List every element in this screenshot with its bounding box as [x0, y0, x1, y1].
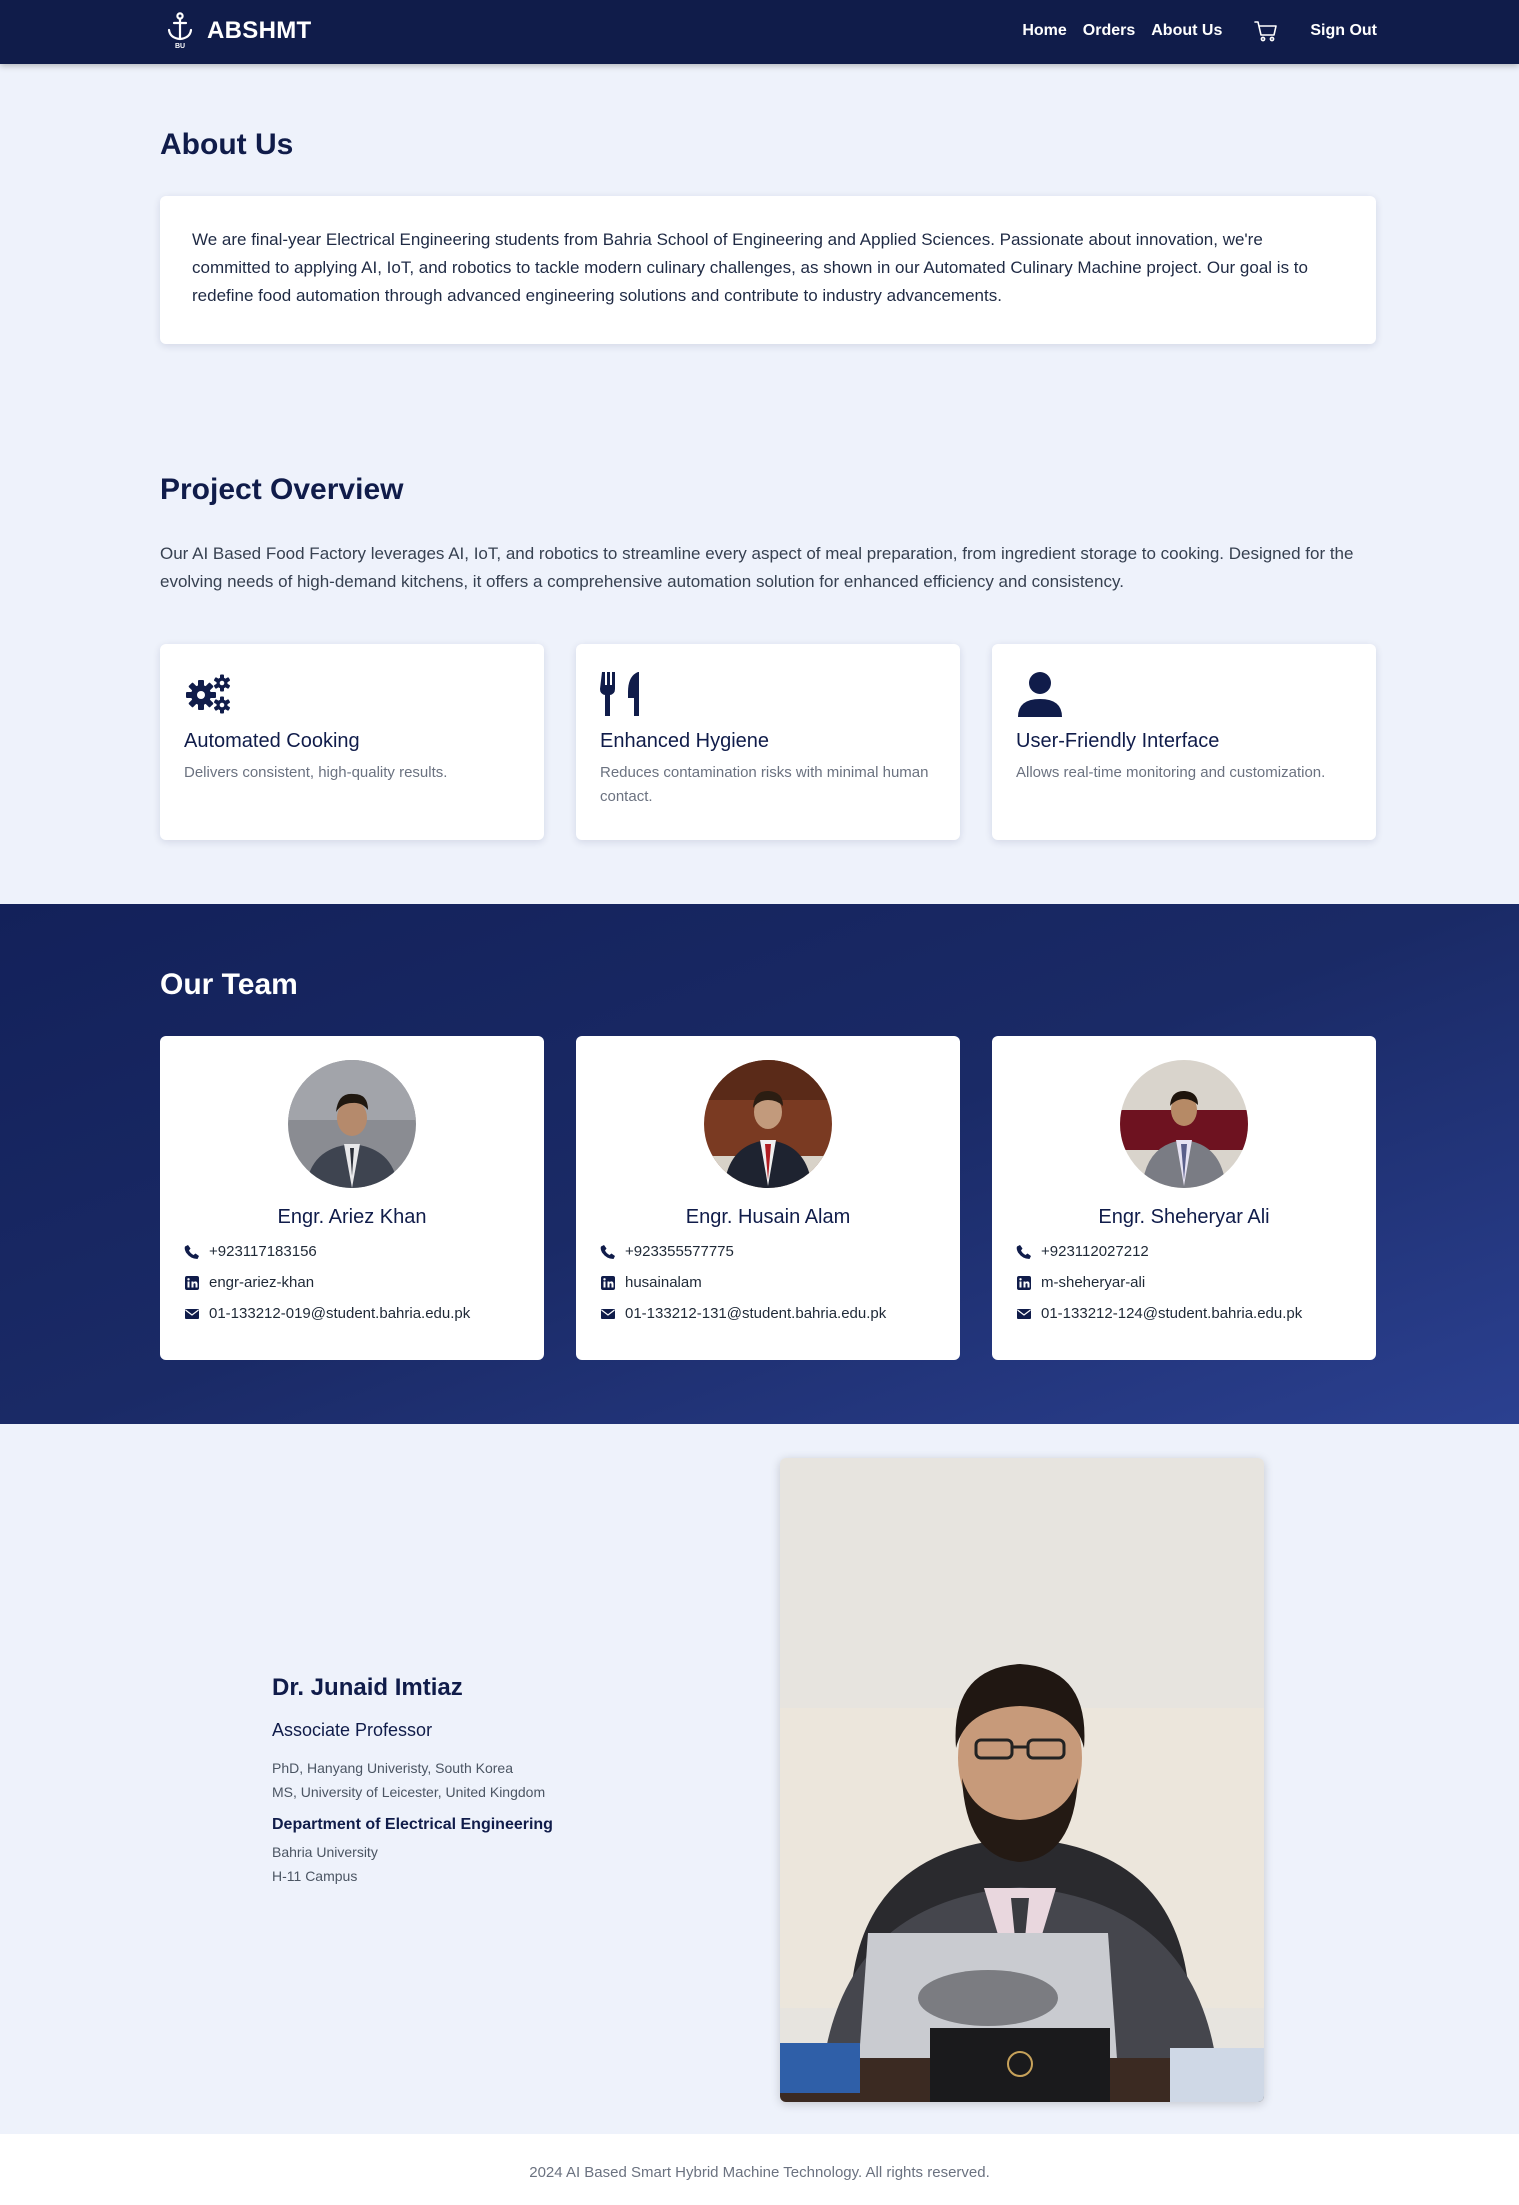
member-email[interactable]: 01-133212-131@student.bahria.edu.pk — [600, 1305, 936, 1322]
member-phone: +923355577775 — [600, 1243, 936, 1260]
supervisor-degree-ms: MS, University of Leicester, United King… — [272, 1784, 546, 1800]
avatar — [1120, 1060, 1248, 1188]
member-email[interactable]: 01-133212-019@student.bahria.edu.pk — [184, 1305, 520, 1322]
about-title: About Us — [160, 128, 294, 161]
team-title: Our Team — [160, 968, 298, 1001]
feature-card-enhanced-hygiene: Enhanced Hygiene Reduces contamination r… — [576, 644, 960, 840]
gears-icon — [184, 670, 232, 718]
member-email[interactable]: 01-133212-124@student.bahria.edu.pk — [1016, 1305, 1352, 1322]
envelope-icon — [184, 1306, 200, 1322]
member-phone: +923112027212 — [1016, 1243, 1352, 1260]
avatar — [704, 1060, 832, 1188]
svg-text:BU: BU — [175, 43, 185, 50]
supervisor-role: Associate Professor — [272, 1720, 433, 1740]
feature-description: Reduces contamination risks with minimal… — [600, 764, 929, 805]
member-name: Engr. Husain Alam — [685, 1206, 851, 1228]
brand-name: ABSHMT — [207, 17, 312, 44]
team-member-card: Engr. Ariez Khan +923117183156 engr-arie… — [160, 1036, 544, 1360]
team-member-card: Engr. Sheheryar Ali +923112027212 m-sheh… — [992, 1036, 1376, 1360]
member-phone: +923117183156 — [184, 1243, 520, 1260]
footer-copyright: 2024 AI Based Smart Hybrid Machine Techn… — [529, 2164, 990, 2181]
feature-title: User-Friendly Interface — [1016, 730, 1220, 752]
linkedin-icon — [184, 1275, 200, 1291]
feature-card-automated-cooking: Automated Cooking Delivers consistent, h… — [160, 644, 544, 840]
user-icon — [1016, 670, 1064, 718]
member-linkedin[interactable]: engr-ariez-khan — [184, 1274, 520, 1291]
anchor-icon: BU — [166, 12, 194, 50]
envelope-icon — [1016, 1306, 1032, 1322]
brand[interactable]: BU ABSHMT — [166, 12, 311, 50]
project-description: Our AI Based Food Factory leverages AI, … — [160, 544, 1354, 591]
team-member-card: Engr. Husain Alam +923355577775 husainal… — [576, 1036, 960, 1360]
cart-icon[interactable] — [1254, 20, 1278, 42]
member-linkedin[interactable]: husainalam — [600, 1274, 936, 1291]
member-name: Engr. Ariez Khan — [277, 1206, 427, 1228]
feature-title: Automated Cooking — [184, 730, 360, 752]
about-text: We are final-year Electrical Engineering… — [192, 230, 1308, 305]
phone-icon — [600, 1244, 616, 1260]
linkedin-icon — [1016, 1275, 1032, 1291]
feature-title: Enhanced Hygiene — [600, 730, 770, 752]
nav-links: Home Orders About Us Sign Out — [1006, 20, 1377, 42]
phone-icon — [184, 1244, 200, 1260]
feature-description: Delivers consistent, high-quality result… — [184, 764, 448, 781]
member-name: Engr. Sheheryar Ali — [1098, 1206, 1270, 1228]
nav-link-orders[interactable]: Orders — [1083, 22, 1135, 40]
member-linkedin[interactable]: m-sheheryar-ali — [1016, 1274, 1352, 1291]
linkedin-icon — [600, 1275, 616, 1291]
about-card: We are final-year Electrical Engineering… — [160, 196, 1376, 344]
supervisor-name: Dr. Junaid Imtiaz — [272, 1674, 463, 1701]
phone-icon — [1016, 1244, 1032, 1260]
sign-out-link[interactable]: Sign Out — [1310, 22, 1377, 40]
feature-description: Allows real-time monitoring and customiz… — [1016, 764, 1326, 781]
supervisor-campus: H-11 Campus — [272, 1868, 358, 1884]
footer: 2024 AI Based Smart Hybrid Machine Techn… — [0, 2134, 1519, 2205]
feature-card-user-friendly-interface: User-Friendly Interface Allows real-time… — [992, 644, 1376, 840]
supervisor-photo — [780, 1458, 1264, 2102]
nav-link-about-us[interactable]: About Us — [1151, 22, 1222, 40]
supervisor-department: Department of Electrical Engineering — [272, 1816, 553, 1833]
utensils-icon — [600, 670, 648, 718]
envelope-icon — [600, 1306, 616, 1322]
supervisor-university: Bahria University — [272, 1844, 378, 1860]
avatar — [288, 1060, 416, 1188]
project-title: Project Overview — [160, 473, 404, 506]
nav-link-home[interactable]: Home — [1022, 22, 1066, 40]
supervisor-degree-phd: PhD, Hanyang Univeristy, South Korea — [272, 1760, 513, 1776]
top-navbar: BU ABSHMT Home Orders About Us Sign Out — [0, 0, 1519, 64]
